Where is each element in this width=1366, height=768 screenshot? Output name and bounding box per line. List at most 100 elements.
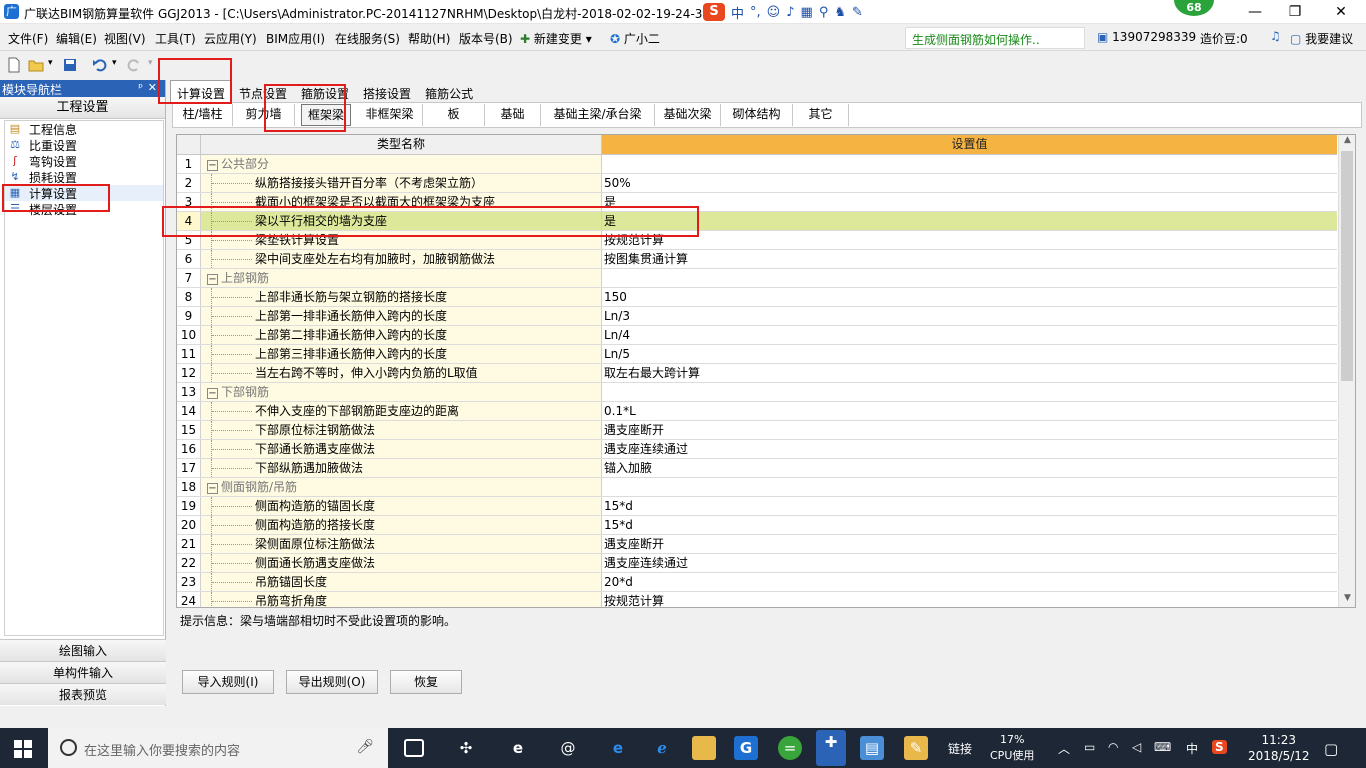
doc-app-icon[interactable]: ▤	[860, 736, 884, 760]
scrollbar-thumb[interactable]	[1341, 151, 1353, 381]
restore-icon[interactable]: ❐	[1280, 2, 1310, 22]
green-app-icon[interactable]: =	[778, 736, 802, 760]
grid-row[interactable]: 22 侧面通长筋遇支座做法 遇支座连续通过	[177, 554, 1337, 573]
grid-group-row[interactable]: 1− 公共部分	[177, 155, 1337, 174]
nav-group-project-settings[interactable]: 工程设置	[0, 97, 165, 119]
nav-item-project-info[interactable]: ▤ 工程信息	[5, 121, 163, 137]
ime-toolbar[interactable]: S 中 °, ☺ ♪ ▦ ⚲ ♞ ✎	[703, 3, 863, 22]
user-account[interactable]: ▣ 13907298339	[1097, 30, 1196, 44]
menu-file[interactable]: 文件(F)	[8, 30, 48, 47]
tab-lap[interactable]: 搭接设置	[356, 80, 418, 102]
grid-row[interactable]: 10 上部第二排非通长筋伸入跨内的长度 Ln/4	[177, 326, 1337, 345]
keyboard-icon[interactable]: ▦	[801, 5, 813, 20]
emoji-icon[interactable]: ☺	[767, 5, 781, 20]
windows-start-icon[interactable]	[14, 740, 32, 758]
grid-row[interactable]: 11 上部第三排非通长筋伸入跨内的长度 Ln/5	[177, 345, 1337, 364]
tab-stirrup[interactable]: 箍筋设置	[294, 80, 356, 102]
edge-icon[interactable]: e	[606, 736, 630, 760]
grid-group-row[interactable]: 13− 下部钢筋	[177, 383, 1337, 402]
subtab-slab[interactable]: 板	[423, 104, 485, 126]
microphone-icon[interactable]: ♪	[786, 5, 794, 20]
save-icon[interactable]	[62, 57, 78, 73]
grid-row[interactable]: 14 不伸入支座的下部钢筋距支座边的距离 0.1*L	[177, 402, 1337, 421]
menu-version[interactable]: 版本号(B)	[459, 30, 513, 47]
keyboard-icon[interactable]: ⌨	[1154, 740, 1171, 754]
task-view-icon[interactable]	[404, 739, 424, 757]
row-value[interactable]: 遇支座断开	[602, 421, 1337, 439]
minimize-icon[interactable]: —	[1240, 2, 1270, 22]
volume-icon[interactable]: ◁	[1132, 740, 1141, 754]
grid-row[interactable]: 23 吊筋锚固长度 20*d	[177, 573, 1337, 592]
row-value[interactable]: 按规范计算	[602, 592, 1337, 607]
scroll-up-icon[interactable]: ▲	[1339, 135, 1355, 149]
collapse-icon[interactable]: −	[207, 388, 218, 399]
new-file-icon[interactable]	[6, 57, 22, 73]
subtab-frame-beam[interactable]: 框架梁	[301, 104, 351, 126]
notification-icon[interactable]: ▢	[1324, 740, 1338, 758]
subtab-foundation-main-beam[interactable]: 基础主梁/承台梁	[541, 104, 655, 126]
row-value[interactable]: 15*d	[602, 497, 1337, 515]
undo-dropdown-icon[interactable]: ▾	[112, 58, 117, 68]
sogou-tray-icon[interactable]: S	[1212, 740, 1227, 754]
collapse-icon[interactable]: −	[207, 160, 218, 171]
score-badge[interactable]: 68	[1172, 0, 1216, 18]
grid-row[interactable]: 6 梁中间支座处左右均有加腋时，加腋钢筋做法 按图集贯通计算	[177, 250, 1337, 269]
undo-icon[interactable]	[92, 57, 108, 73]
grid-row[interactable]: 9 上部第一排非通长筋伸入跨内的长度 Ln/3	[177, 307, 1337, 326]
open-folder-icon[interactable]	[28, 57, 44, 73]
tab-calculation[interactable]: 计算设置	[170, 80, 233, 102]
nav-item-specific-gravity[interactable]: ⚖ 比重设置	[5, 137, 163, 153]
nav-item-loss[interactable]: ↯ 损耗设置	[5, 169, 163, 185]
subtab-non-frame-beam[interactable]: 非框架梁	[357, 104, 423, 126]
export-rules-button[interactable]: 导出规则(O)	[286, 670, 378, 694]
grid-row[interactable]: 21 梁侧面原位标注筋做法 遇支座断开	[177, 535, 1337, 554]
ie-icon[interactable]: ℯ	[650, 736, 674, 760]
bell-icon[interactable]: ♫	[1270, 29, 1281, 43]
grid-row[interactable]: 5 梁垫铁计算设置 按规范计算	[177, 231, 1337, 250]
nav-item-calculation[interactable]: ▦ 计算设置	[5, 185, 163, 201]
grid-row[interactable]: 3 截面小的框架梁是否以截面大的框架梁为支座 是	[177, 193, 1337, 212]
wifi-icon[interactable]: ◠	[1108, 740, 1118, 754]
row-value[interactable]: 按规范计算	[602, 231, 1337, 249]
grid-row[interactable]: 12 当左右跨不等时，伸入小跨内负筋的L取值 取左右最大跨计算	[177, 364, 1337, 383]
redo-dropdown-icon[interactable]: ▾	[148, 58, 153, 68]
close-icon[interactable]: ✕	[1326, 2, 1356, 22]
nav-item-floor[interactable]: ☰ 楼层设置	[5, 201, 163, 217]
menu-edit[interactable]: 编辑(E)	[56, 30, 97, 47]
subtab-masonry[interactable]: 砌体结构	[721, 104, 793, 126]
row-value[interactable]: 遇支座连续通过	[602, 440, 1337, 458]
row-value[interactable]: 50%	[602, 174, 1337, 192]
menu-help[interactable]: 帮助(H)	[408, 30, 450, 47]
shirt-icon[interactable]: ♞	[834, 5, 846, 20]
collapse-icon[interactable]: −	[207, 483, 218, 494]
redo-icon[interactable]	[126, 57, 142, 73]
suggest-button[interactable]: ▢ 我要建议	[1290, 30, 1353, 47]
spiral-app-icon[interactable]: @	[556, 736, 580, 760]
menu-view[interactable]: 视图(V)	[104, 30, 146, 47]
system-clock[interactable]: 11:23 2018/5/12	[1248, 732, 1310, 764]
tab-stirrup-formula[interactable]: 箍筋公式	[418, 80, 480, 102]
fan-app-icon[interactable]: ✣	[454, 736, 478, 760]
menu-bim[interactable]: BIM应用(I)	[266, 30, 325, 47]
row-value[interactable]: Ln/4	[602, 326, 1337, 344]
row-value[interactable]: Ln/3	[602, 307, 1337, 325]
grid-row[interactable]: 16 下部通长筋遇支座做法 遇支座连续通过	[177, 440, 1337, 459]
nav-item-hook[interactable]: ʃ 弯钩设置	[5, 153, 163, 169]
link-toolbar-label[interactable]: 链接	[948, 740, 972, 757]
row-value[interactable]: Ln/5	[602, 345, 1337, 363]
subtab-foundation-secondary-beam[interactable]: 基础次梁	[655, 104, 721, 126]
sogou-icon[interactable]: S	[703, 3, 725, 21]
punctuation-icon[interactable]: °,	[750, 5, 761, 20]
grid-group-row[interactable]: 7− 上部钢筋	[177, 269, 1337, 288]
vertical-scrollbar[interactable]: ▲ ▼	[1338, 135, 1355, 607]
close-icon[interactable]: ✕	[148, 81, 157, 94]
row-value[interactable]: 0.1*L	[602, 402, 1337, 420]
row-value[interactable]: 遇支座断开	[602, 535, 1337, 553]
collapse-icon[interactable]: −	[207, 274, 218, 285]
nav-single-component-input[interactable]: 单构件输入	[0, 661, 166, 683]
row-value[interactable]: 150	[602, 288, 1337, 306]
subtab-shear-wall[interactable]: 剪力墙	[233, 104, 295, 126]
subtab-foundation[interactable]: 基础	[485, 104, 541, 126]
row-value[interactable]: 锚入加腋	[602, 459, 1337, 477]
menu-cloud[interactable]: 云应用(Y)	[204, 30, 257, 47]
